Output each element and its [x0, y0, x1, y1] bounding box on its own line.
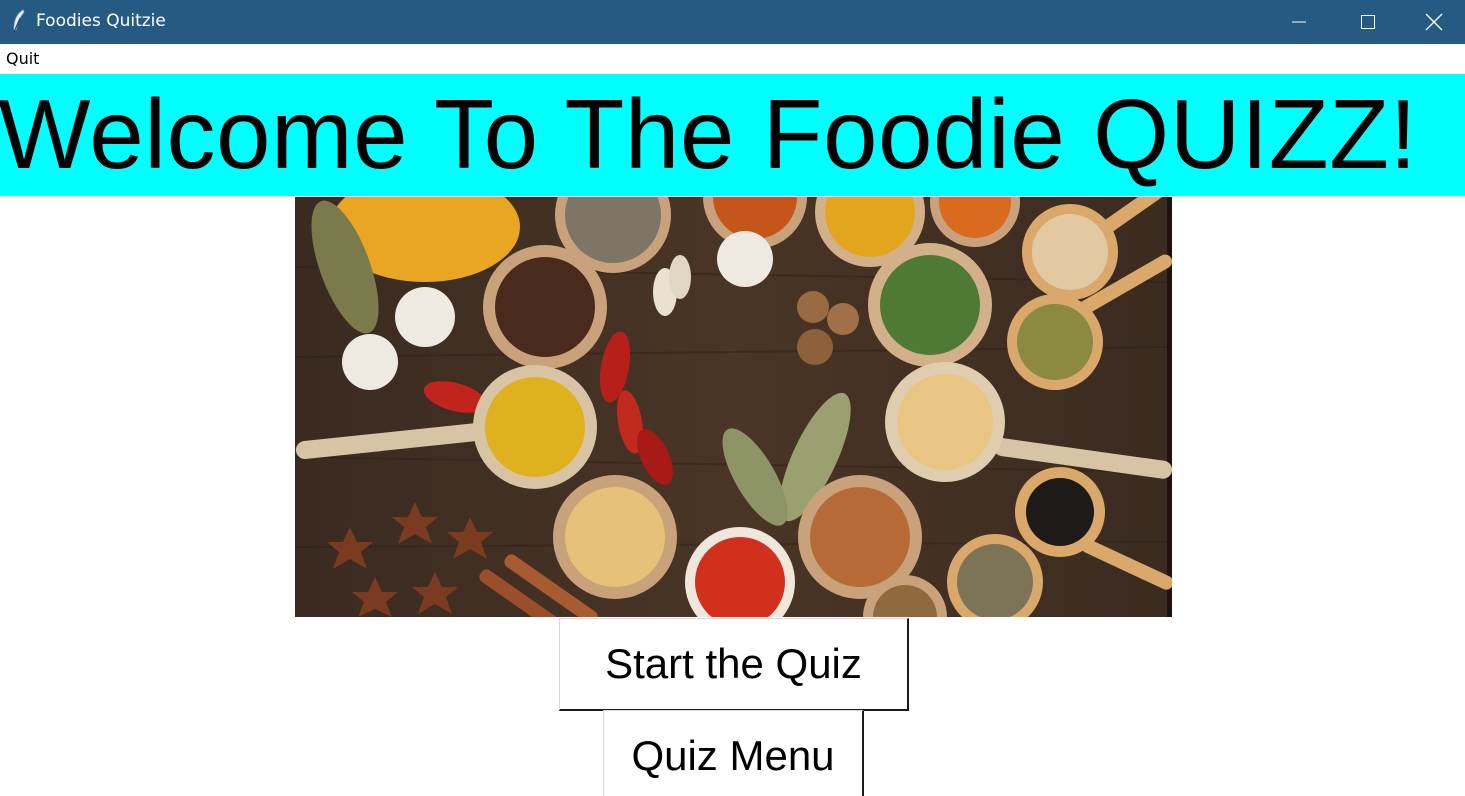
title-bar[interactable]: Foodies Quitzie — [0, 0, 1465, 44]
spices-illustration — [295, 197, 1172, 617]
welcome-banner: Welcome To The Foodie QUIZZ! — [0, 74, 1465, 196]
welcome-heading: Welcome To The Foodie QUIZZ! — [0, 79, 1418, 189]
close-button[interactable] — [1403, 0, 1465, 44]
maximize-icon — [1361, 15, 1375, 29]
quiz-menu-button[interactable]: Quiz Menu — [603, 710, 864, 796]
minimize-button[interactable] — [1264, 0, 1334, 44]
spices-image — [295, 197, 1172, 617]
window-title: Foodies Quitzie — [36, 11, 166, 31]
minimize-icon — [1292, 21, 1306, 23]
menu-item-quit[interactable]: Quit — [6, 49, 39, 68]
close-icon — [1425, 13, 1443, 31]
feather-icon — [10, 9, 28, 33]
app-window: Foodies Quitzie Quit Welcome To The Food… — [0, 0, 1465, 796]
menu-bar: Quit — [0, 44, 1465, 74]
start-quiz-button[interactable]: Start the Quiz — [559, 618, 909, 711]
maximize-button[interactable] — [1333, 0, 1403, 44]
